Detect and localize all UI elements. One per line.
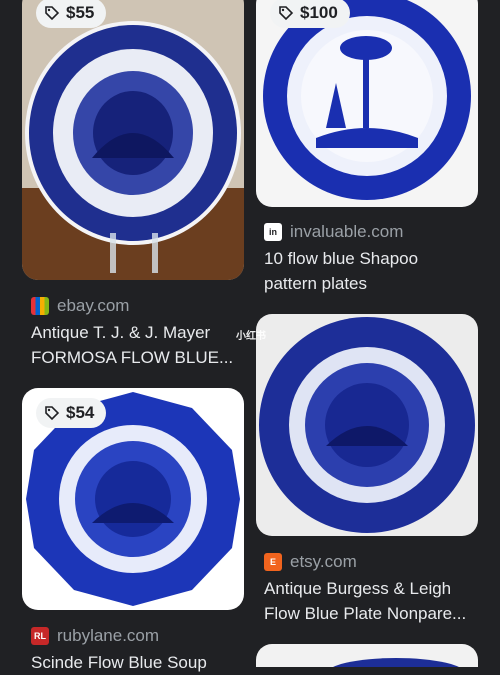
price-badge: $100: [270, 0, 350, 28]
source-label: etsy.com: [290, 552, 357, 571]
price-badge: $54: [36, 398, 107, 428]
rubylane-logo-icon: RL: [31, 627, 49, 645]
title-line-2: Flow Blue Plate Nonpare...: [264, 604, 467, 623]
source-etsy[interactable]: E etsy.com: [264, 552, 357, 572]
plate-photo: [22, 0, 244, 280]
title-line-1: Antique Burgess & Leigh: [264, 579, 452, 598]
tag-icon: [45, 6, 60, 21]
plate-image-scinde[interactable]: $54: [22, 388, 244, 610]
source-label: ebay.com: [57, 296, 130, 315]
source-rubylane[interactable]: RL rubylane.com: [31, 626, 159, 646]
result-title[interactable]: Antique Burgess & Leigh Flow Blue Plate …: [264, 576, 478, 626]
result-title[interactable]: 10 flow blue Shapoo pattern plates: [264, 246, 478, 296]
price-value: $100: [300, 3, 338, 22]
plate-image-next[interactable]: [256, 644, 478, 667]
ebay-logo-icon: [31, 297, 49, 315]
invaluable-logo-icon: in: [264, 223, 282, 241]
plate-image-formosa[interactable]: $55: [22, 0, 244, 280]
source-label: rubylane.com: [57, 626, 160, 645]
source-ebay[interactable]: ebay.com: [31, 296, 129, 316]
title-line-2: pattern plates: [264, 274, 368, 293]
price-value: $54: [66, 403, 95, 422]
title-line-1: Scinde Flow Blue Soup: [31, 653, 207, 672]
price-badge: $55: [36, 0, 107, 28]
plate-image-shapoo[interactable]: $100: [256, 0, 478, 207]
plate-image-nonpareil[interactable]: [256, 314, 478, 536]
plate-photo: [256, 314, 478, 536]
plate-photo: [256, 644, 478, 667]
result-title[interactable]: Antique T. J. & J. Mayer FORMOSA FLOW BL…: [31, 320, 243, 370]
tag-icon: [45, 406, 60, 421]
etsy-logo-icon: E: [264, 553, 282, 571]
result-title[interactable]: Scinde Flow Blue Soup: [31, 650, 243, 675]
watermark-text: 小红书: [236, 331, 266, 342]
title-line-1: 10 flow blue Shapoo: [264, 249, 419, 268]
tag-icon: [279, 6, 294, 21]
source-invaluable[interactable]: in invaluable.com: [264, 222, 403, 242]
source-label: invaluable.com: [290, 222, 404, 241]
title-line-1: Antique T. J. & J. Mayer: [31, 323, 211, 342]
price-value: $55: [66, 3, 95, 22]
plate-photo: [256, 0, 478, 207]
title-line-2: FORMOSA FLOW BLUE...: [31, 348, 234, 367]
